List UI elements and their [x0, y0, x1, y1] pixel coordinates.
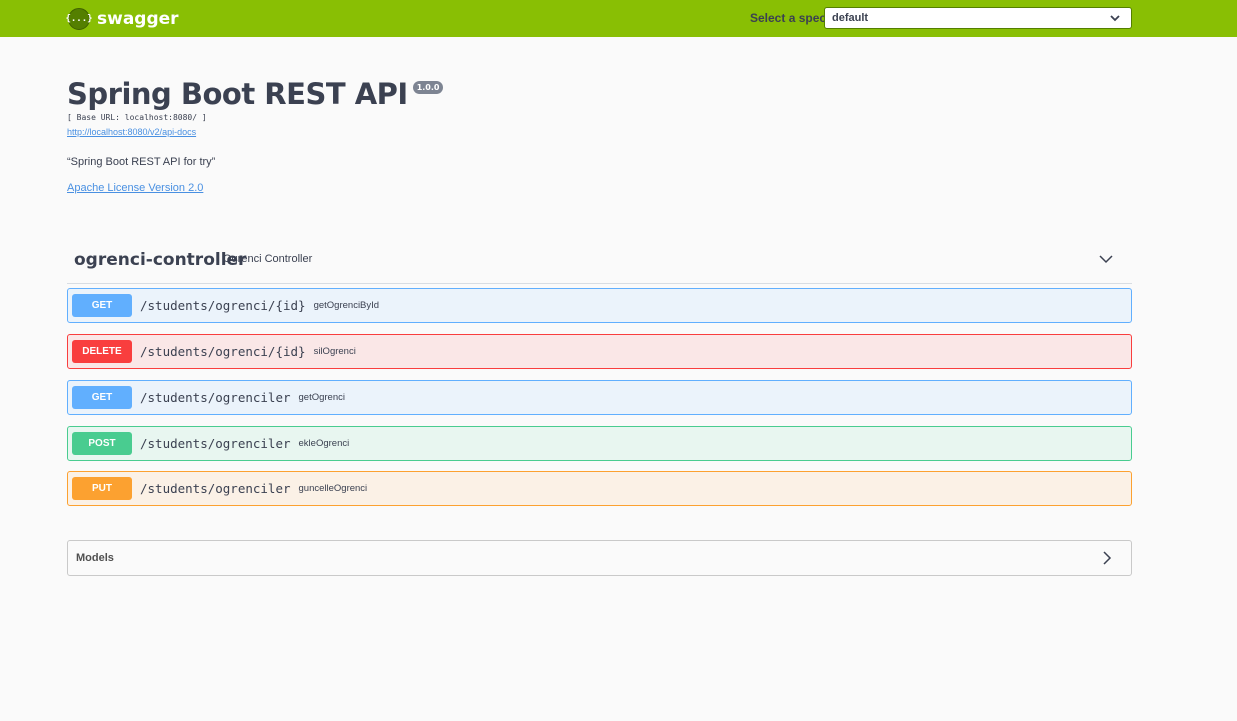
swagger-logo[interactable]: {...} swagger	[65, 7, 179, 30]
api-docs-link[interactable]: http://localhost:8080/v2/api-docs	[67, 127, 196, 137]
method-badge: DELETE	[72, 340, 132, 363]
chevron-down-icon	[1110, 15, 1120, 22]
operation-summary: guncelleOgrenci	[298, 483, 368, 494]
operation-path: /students/ogrenci/{id}	[140, 298, 306, 313]
swagger-logo-text: swagger	[97, 8, 179, 29]
topbar: {...} swagger Select a spec default	[0, 0, 1237, 37]
method-badge: POST	[72, 432, 132, 455]
method-badge: PUT	[72, 477, 132, 500]
operation-summary: silOgrenci	[313, 346, 356, 357]
tag-name: ogrenci-controller	[74, 250, 247, 270]
operation-path: /students/ogrenciler	[140, 481, 291, 496]
tag-header-ogrenci-controller[interactable]: ogrenci-controller Ogrenci Controller	[67, 240, 1132, 284]
operation-delete-ogrenci[interactable]: DELETE /students/ogrenci/{id} silOgrenci	[67, 334, 1132, 369]
chevron-down-icon[interactable]	[1098, 251, 1114, 267]
operation-path: /students/ogrenciler	[140, 390, 291, 405]
operation-post-ogrenciler[interactable]: POST /students/ogrenciler ekleOgrenci	[67, 426, 1132, 461]
models-section[interactable]: Models	[67, 540, 1132, 576]
base-url: [ Base URL: localhost:8080/ ]	[67, 113, 207, 122]
spec-select-label: Select a spec	[750, 11, 827, 25]
operation-summary: ekleOgrenci	[298, 438, 350, 449]
operation-get-ogrenciler[interactable]: GET /students/ogrenciler getOgrenci	[67, 380, 1132, 415]
operation-put-ogrenciler[interactable]: PUT /students/ogrenciler guncelleOgrenci	[67, 471, 1132, 506]
operation-get-ogrenci-by-id[interactable]: GET /students/ogrenci/{id} getOgrenciByI…	[67, 288, 1132, 323]
api-description: “Spring Boot REST API for try”	[67, 156, 216, 168]
tag-description: Ogrenci Controller	[223, 253, 313, 265]
models-title: Models	[76, 552, 114, 564]
swagger-logo-icon: {...}	[65, 7, 93, 30]
spec-select[interactable]: default	[824, 7, 1132, 29]
info-title-row: Spring Boot REST API 1.0.0	[67, 76, 444, 112]
operation-summary: getOgrenci	[298, 392, 345, 403]
operation-summary: getOgrenciById	[313, 300, 380, 311]
method-badge: GET	[72, 294, 132, 317]
license-link[interactable]: Apache License Version 2.0	[67, 182, 203, 194]
chevron-right-icon[interactable]	[1099, 550, 1115, 566]
version-badge: 1.0.0	[412, 81, 444, 94]
page-title: Spring Boot REST API	[67, 77, 408, 111]
operation-path: /students/ogrenci/{id}	[140, 344, 306, 359]
method-badge: GET	[72, 386, 132, 409]
operation-path: /students/ogrenciler	[140, 436, 291, 451]
spec-select-value: default	[832, 12, 869, 24]
